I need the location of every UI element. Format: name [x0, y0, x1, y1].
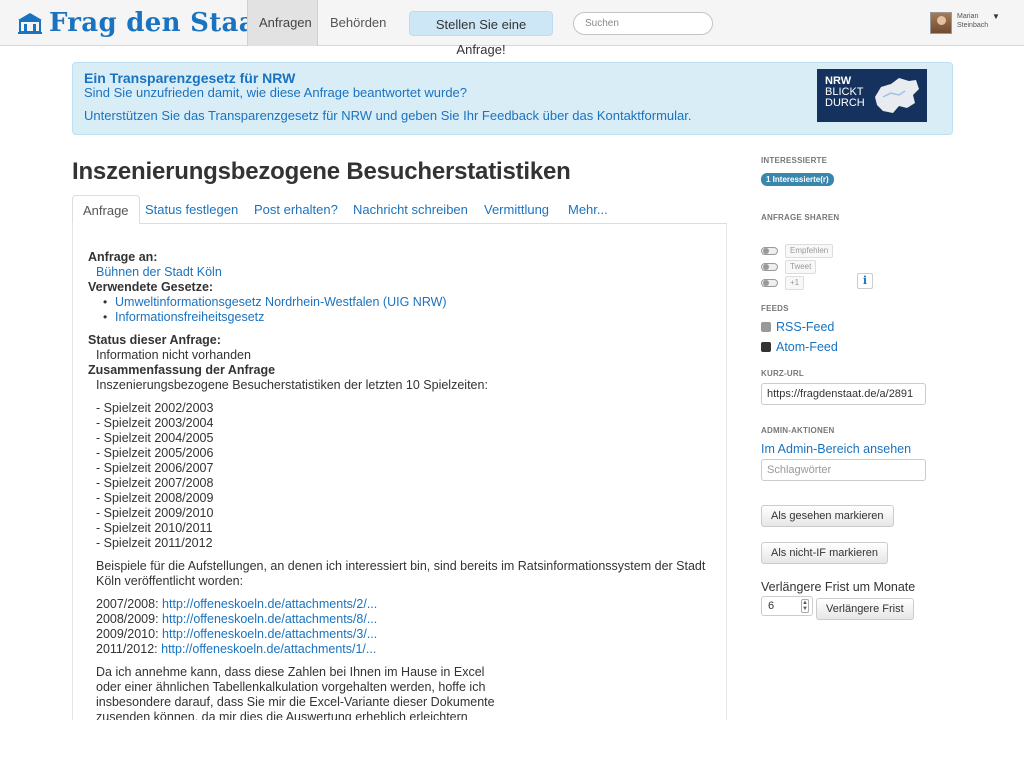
mark-seen-button[interactable]: Als gesehen markieren: [761, 505, 894, 527]
example-label: 2009/2010:: [96, 627, 159, 641]
season-item: - Spielzeit 2007/2008: [96, 476, 214, 490]
summary-label: Zusammenfassung der Anfrage: [88, 363, 276, 377]
examples-text: Köln veröffentlicht worden:: [96, 574, 244, 588]
shorturl-heading: Kurz-URL: [761, 369, 804, 378]
bullet-icon: •: [103, 295, 108, 309]
closing-text: zusenden können, da mir dies die Auswert…: [96, 710, 468, 720]
interested-badge[interactable]: 1 Interessierte(r): [761, 173, 834, 186]
brand-name: Frag den Staat: [49, 8, 269, 38]
example-row: 2009/2010: http://offeneskoeln.de/attach…: [96, 627, 377, 642]
rss-feed-link[interactable]: RSS-Feed: [761, 320, 834, 334]
nav-tab-behoerden[interactable]: Behörden: [319, 0, 397, 46]
season-item: - Spielzeit 2008/2009: [96, 491, 214, 505]
season-item: - Spielzeit 2006/2007: [96, 461, 214, 475]
info-icon[interactable]: i: [857, 273, 873, 289]
closing-text: oder einer ähnlichen Tabellenkalkulation…: [96, 680, 486, 694]
toggle-switch[interactable]: [761, 247, 778, 255]
season-item: - Spielzeit 2010/2011: [96, 521, 213, 535]
banner-title: Ein Transparenzgesetz für NRW: [84, 70, 296, 86]
toggle-switch[interactable]: [761, 263, 778, 271]
request-content: Anfrage an: Bühnen der Stadt Köln Verwen…: [72, 224, 727, 720]
facebook-share-button[interactable]: Empfehlen: [785, 244, 834, 258]
transparency-banner: Ein Transparenzgesetz für NRW Sind Sie u…: [72, 62, 953, 135]
tab-post-erhalten[interactable]: Post erhalten?: [244, 195, 348, 224]
stepper-arrows-icon[interactable]: ▲ ▼: [801, 599, 809, 613]
mark-not-if-button[interactable]: Als nicht-IF markieren: [761, 542, 888, 564]
search-input[interactable]: [573, 12, 713, 35]
closing-text: Da ich annehme kann, dass diese Zahlen b…: [96, 665, 485, 679]
top-navbar: Frag den Staat Anfragen Behörden Stellen…: [0, 0, 1024, 57]
nrw-map-icon: [875, 78, 919, 113]
share-row-facebook: Empfehlen: [761, 244, 834, 258]
share-row-twitter: Tweet: [761, 260, 817, 274]
status-label: Status dieser Anfrage:: [88, 333, 221, 347]
recipient-label: Anfrage an:: [88, 250, 158, 264]
example-label: 2007/2008:: [96, 597, 159, 611]
banner-feedback-link[interactable]: Unterstützen Sie das Transparenzgesetz f…: [84, 108, 691, 123]
example-link[interactable]: http://offeneskoeln.de/attachments/2/...: [162, 597, 377, 611]
example-link[interactable]: http://offeneskoeln.de/attachments/3/...: [162, 627, 377, 641]
tab-status-festlegen[interactable]: Status festlegen: [135, 195, 248, 224]
example-row: 2011/2012: http://offeneskoeln.de/attach…: [96, 642, 376, 657]
example-label: 2008/2009:: [96, 612, 159, 626]
example-link[interactable]: http://offeneskoeln.de/attachments/8/...: [162, 612, 377, 626]
admin-heading: Admin-Aktionen: [761, 426, 835, 435]
months-stepper[interactable]: 6 ▲ ▼: [761, 596, 813, 616]
toggle-switch[interactable]: [761, 279, 778, 287]
atom-icon: [761, 342, 771, 352]
interested-heading: Interessierte: [761, 156, 828, 165]
example-label: 2011/2012:: [96, 642, 158, 656]
building-icon: [18, 13, 42, 34]
request-tabs: Anfrage Status festlegen Post erhalten? …: [72, 195, 727, 224]
feeds-heading: Feeds: [761, 304, 789, 313]
examples-text: Beispiele für die Aufstellungen, an dene…: [96, 559, 706, 573]
tab-mehr[interactable]: Mehr...: [558, 195, 618, 224]
nrw-blickt-durch-logo[interactable]: NRW BLICKT DURCH: [817, 69, 927, 122]
example-row: 2007/2008: http://offeneskoeln.de/attach…: [96, 597, 377, 612]
caret-down-icon[interactable]: ▼: [992, 12, 1000, 22]
user-menu[interactable]: Marian Steinbach ▼: [930, 12, 1000, 34]
admin-area-link[interactable]: Im Admin-Bereich ansehen: [761, 442, 911, 456]
season-item: - Spielzeit 2004/2005: [96, 431, 214, 445]
closing-text: insbesondere darauf, dass Sie mir die Ex…: [96, 695, 495, 709]
season-item: - Spielzeit 2011/2012: [96, 536, 213, 550]
season-item: - Spielzeit 2002/2003: [96, 401, 214, 415]
summary-intro: Inszenierungsbezogene Besucherstatistike…: [96, 378, 488, 392]
nav-tab-anfragen[interactable]: Anfragen: [247, 0, 318, 46]
share-heading: Anfrage sharen: [761, 213, 840, 222]
recipient-link[interactable]: Bühnen der Stadt Köln: [96, 265, 222, 280]
extend-deadline-button[interactable]: Verlängere Frist: [816, 598, 914, 620]
tweet-button[interactable]: Tweet: [785, 260, 817, 274]
bullet-icon: •: [103, 310, 108, 324]
months-value: 6: [768, 600, 775, 612]
avatar: [930, 12, 952, 34]
plus-one-button[interactable]: +1: [785, 276, 805, 290]
status-value: Information nicht vorhanden: [96, 348, 251, 362]
extend-deadline-label: Verlängere Frist um Monate: [761, 580, 916, 594]
create-request-button[interactable]: Stellen Sie eine Anfrage!: [409, 11, 553, 57]
tab-vermittlung[interactable]: Vermittlung: [474, 195, 559, 224]
example-link[interactable]: http://offeneskoeln.de/attachments/1/...: [161, 642, 376, 656]
law-link-ifg[interactable]: Informationsfreiheitsgesetz: [115, 310, 264, 325]
example-row: 2008/2009: http://offeneskoeln.de/attach…: [96, 612, 377, 627]
user-name: Marian Steinbach: [957, 13, 989, 29]
season-item: - Spielzeit 2005/2006: [96, 446, 214, 460]
season-item: - Spielzeit 2009/2010: [96, 506, 214, 520]
atom-feed-link[interactable]: Atom-Feed: [761, 340, 838, 354]
atom-feed-label: Atom-Feed: [776, 340, 838, 354]
tags-input[interactable]: [761, 459, 926, 481]
rss-feed-label: RSS-Feed: [776, 320, 835, 334]
season-item: - Spielzeit 2003/2004: [96, 416, 214, 430]
page-title: Inszenierungsbezogene Besucherstatistike…: [72, 158, 571, 185]
shorturl-field[interactable]: [761, 383, 926, 405]
law-link-uig[interactable]: Umweltinformationsgesetz Nordrhein-Westf…: [115, 295, 447, 310]
banner-subtitle: Sind Sie unzufrieden damit, wie diese An…: [84, 85, 468, 100]
rss-icon: [761, 322, 771, 332]
tab-anfrage[interactable]: Anfrage: [72, 195, 140, 224]
share-row-gplus: +1: [761, 276, 805, 290]
laws-label: Verwendete Gesetze:: [88, 280, 214, 294]
brand-logo[interactable]: Frag den Staat: [17, 6, 268, 40]
tab-nachricht-schreiben[interactable]: Nachricht schreiben: [343, 195, 478, 224]
